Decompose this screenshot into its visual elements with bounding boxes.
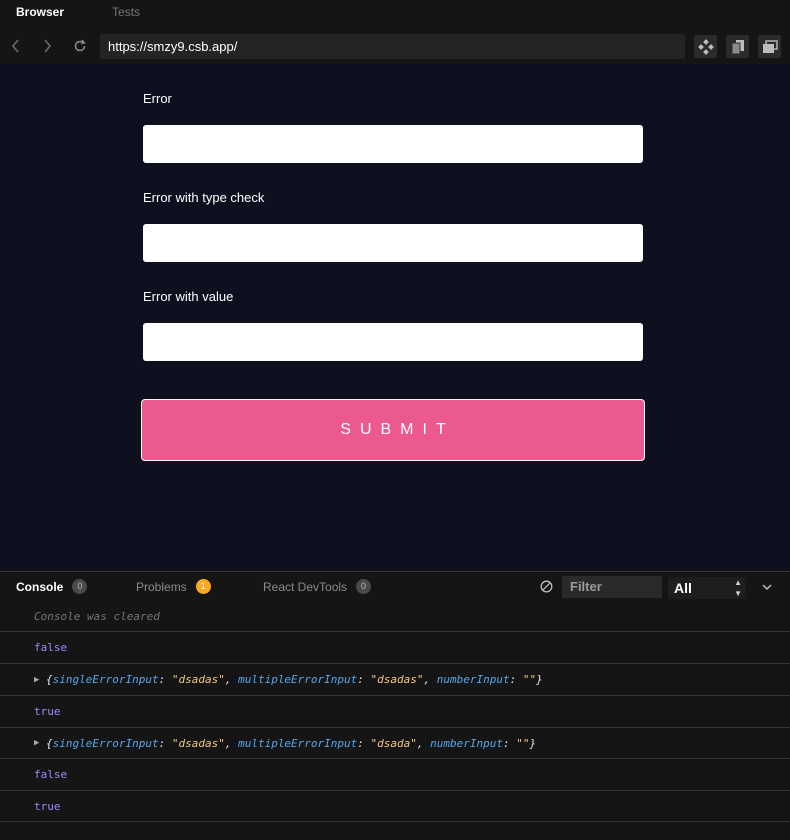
reload-button[interactable]: [72, 38, 88, 54]
log-text: Console was cleared: [34, 609, 160, 623]
log-level-select[interactable]: All ▲ ▼: [668, 577, 746, 599]
browser-preview: Error Error with type check Error with v…: [0, 64, 790, 571]
log-row: Console was cleared: [0, 601, 790, 632]
tab-console[interactable]: Console 0: [16, 572, 88, 601]
expand-triangle-icon[interactable]: ▶: [34, 675, 39, 685]
tab-browser[interactable]: Browser: [0, 0, 80, 24]
field-label-value: Error with value: [143, 289, 234, 304]
log-row: false: [0, 759, 790, 791]
object-value: "dsadas": [370, 673, 424, 686]
log-object: {singleErrorInput: "dsadas", multipleErr…: [46, 673, 543, 686]
object-key: multipleErrorInput: [238, 673, 358, 686]
devtools-count-badge: 0: [356, 579, 372, 594]
log-row-object[interactable]: ▶ {singleErrorInput: "dsadas", multipleE…: [0, 728, 790, 759]
field-label-type-check: Error with type check: [143, 190, 265, 205]
codesandbox-button[interactable]: [694, 35, 717, 58]
log-text: true: [34, 799, 61, 813]
tab-react-devtools-label: React DevTools: [263, 579, 348, 594]
windows-button[interactable]: [758, 35, 781, 58]
top-tab-bar: Browser Tests: [0, 0, 790, 24]
problems-count-badge: 1: [195, 579, 211, 594]
console-output: Console was cleared false ▶ {singleError…: [0, 601, 790, 840]
object-key: numberInput: [430, 736, 504, 750]
console-tab-bar: Console 0 Problems 1 React DevTools 0 Fi…: [0, 571, 790, 601]
collapse-console-button[interactable]: [762, 572, 772, 601]
tab-tests[interactable]: Tests: [80, 0, 156, 24]
chevron-right-icon: [44, 39, 52, 53]
log-level-value: All: [674, 580, 692, 596]
forward-button[interactable]: [39, 38, 55, 54]
tab-problems-label: Problems: [136, 579, 187, 594]
console-count-badge: 0: [72, 579, 88, 594]
tab-problems[interactable]: Problems 1: [136, 572, 211, 601]
object-value: "dsada": [370, 736, 417, 750]
cube-icon: [697, 38, 714, 55]
log-row: true: [0, 791, 790, 822]
tab-console-label: Console: [16, 579, 64, 594]
copy-icon: [731, 39, 744, 54]
type-check-input[interactable]: [143, 224, 643, 262]
clear-icon: [540, 580, 553, 593]
chevron-down-icon: [762, 583, 772, 590]
tab-react-devtools[interactable]: React DevTools 0: [263, 572, 372, 601]
address-bar-row: https://smzy9.csb.app/: [0, 30, 790, 64]
log-row-object[interactable]: ▶ {singleErrorInput: "dsadas", multipleE…: [0, 664, 790, 696]
filter-input[interactable]: Filter: [562, 576, 662, 598]
object-key: numberInput: [436, 673, 510, 686]
object-value: "dsadas": [171, 736, 225, 750]
windows-icon: [762, 39, 778, 53]
log-text: false: [34, 768, 68, 781]
object-value: "": [522, 673, 537, 686]
object-value: "dsadas": [171, 673, 225, 686]
object-key: multipleErrorInput: [238, 736, 358, 750]
field-label-error: Error: [143, 91, 172, 106]
object-key: singleErrorInput: [52, 673, 159, 686]
log-text: false: [34, 641, 68, 654]
object-key: singleErrorInput: [52, 736, 159, 750]
expand-triangle-icon[interactable]: ▶: [34, 738, 39, 748]
log-row: true: [0, 696, 790, 728]
reload-icon: [74, 39, 86, 52]
back-button[interactable]: [8, 38, 24, 54]
object-value: "": [516, 736, 530, 750]
log-object: {singleErrorInput: "dsadas", multipleErr…: [46, 736, 537, 750]
clear-console-button[interactable]: [540, 572, 553, 601]
value-input[interactable]: [143, 323, 643, 361]
chevron-left-icon: [11, 39, 19, 53]
log-text: true: [34, 705, 61, 718]
log-row: false: [0, 632, 790, 664]
open-new-window-button[interactable]: [726, 35, 749, 58]
submit-button[interactable]: SUBMIT: [141, 399, 645, 461]
error-input[interactable]: [143, 125, 643, 163]
select-arrows-icon: ▲ ▼: [734, 578, 742, 598]
url-input[interactable]: https://smzy9.csb.app/: [100, 34, 685, 59]
